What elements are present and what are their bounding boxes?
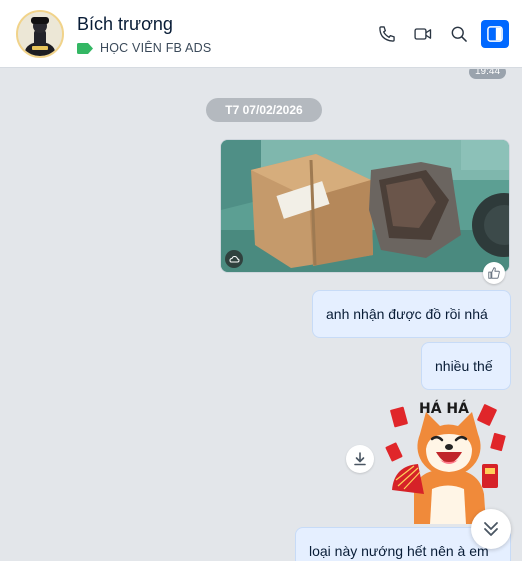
conversation-info-button[interactable] bbox=[481, 20, 509, 48]
tag-label: HỌC VIÊN FB ADS bbox=[100, 41, 212, 55]
download-icon bbox=[354, 452, 366, 466]
scroll-to-bottom-button[interactable] bbox=[471, 509, 511, 549]
contact-tag[interactable]: HỌC VIÊN FB ADS bbox=[77, 40, 211, 56]
label-tag-icon bbox=[77, 42, 93, 54]
video-call-button[interactable] bbox=[409, 20, 437, 48]
message-list[interactable]: 19:44 T7 07/02/2026 anh nhận được đồ rồi… bbox=[0, 69, 522, 561]
message-bubble[interactable]: nhiều thế bbox=[421, 342, 511, 390]
double-chevron-down-icon bbox=[484, 522, 498, 536]
search-button[interactable] bbox=[445, 20, 473, 48]
search-icon bbox=[451, 26, 467, 42]
contact-avatar[interactable] bbox=[16, 10, 64, 58]
download-sticker-button[interactable] bbox=[346, 445, 374, 473]
chat-header: Bích trương HỌC VIÊN FB ADS bbox=[0, 0, 522, 68]
like-reaction-button[interactable] bbox=[483, 262, 505, 284]
cloud-upload-icon bbox=[225, 250, 243, 268]
video-icon bbox=[414, 28, 432, 40]
laughing-shiba-sticker: HÁ HÁ bbox=[385, 400, 506, 524]
thumbs-up-icon bbox=[488, 267, 500, 279]
sticker-message[interactable]: HÁ HÁ bbox=[384, 394, 512, 524]
contact-name[interactable]: Bích trương bbox=[77, 14, 173, 35]
avatar-image bbox=[18, 12, 62, 56]
photo-image bbox=[221, 140, 509, 272]
message-bubble[interactable]: anh nhận được đồ rồi nhá bbox=[312, 290, 511, 338]
date-divider: T7 07/02/2026 bbox=[206, 98, 322, 122]
phone-icon bbox=[379, 26, 395, 42]
message-time: 19:44 bbox=[469, 69, 507, 79]
call-button[interactable] bbox=[373, 20, 401, 48]
photo-message[interactable] bbox=[220, 139, 510, 273]
sidebar-toggle-icon bbox=[487, 26, 503, 42]
